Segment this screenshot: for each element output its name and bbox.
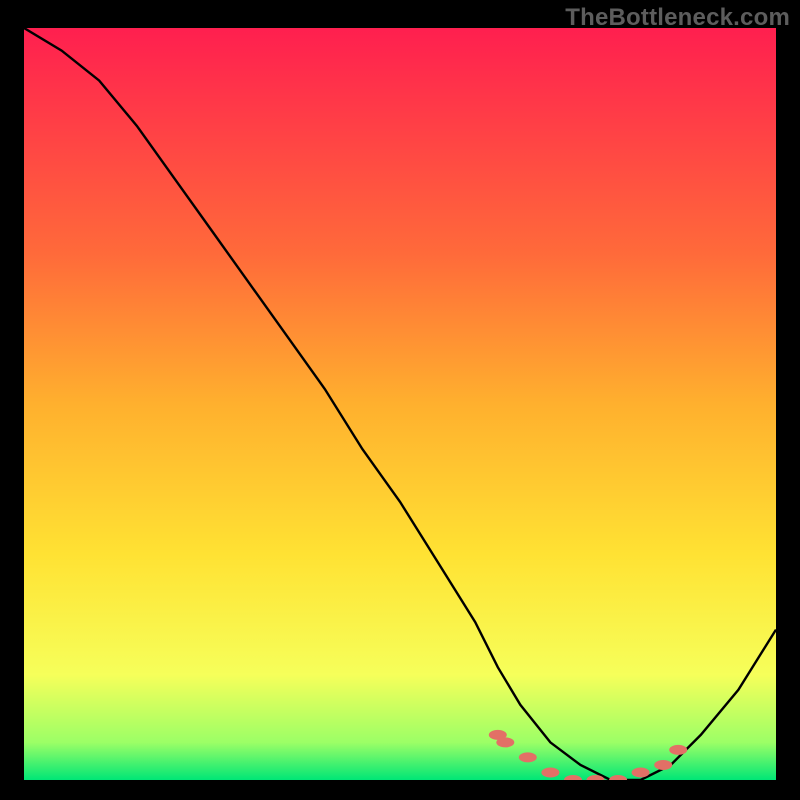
curve-marker [632, 768, 650, 778]
curve-marker [669, 745, 687, 755]
bottleneck-chart [24, 28, 776, 780]
watermark-text: TheBottleneck.com [565, 4, 790, 32]
curve-marker [519, 752, 537, 762]
curve-marker [541, 768, 559, 778]
curve-marker [654, 760, 672, 770]
gradient-background [24, 28, 776, 780]
curve-marker [496, 737, 514, 747]
plot-area [24, 28, 776, 780]
chart-frame: TheBottleneck.com [0, 0, 800, 800]
